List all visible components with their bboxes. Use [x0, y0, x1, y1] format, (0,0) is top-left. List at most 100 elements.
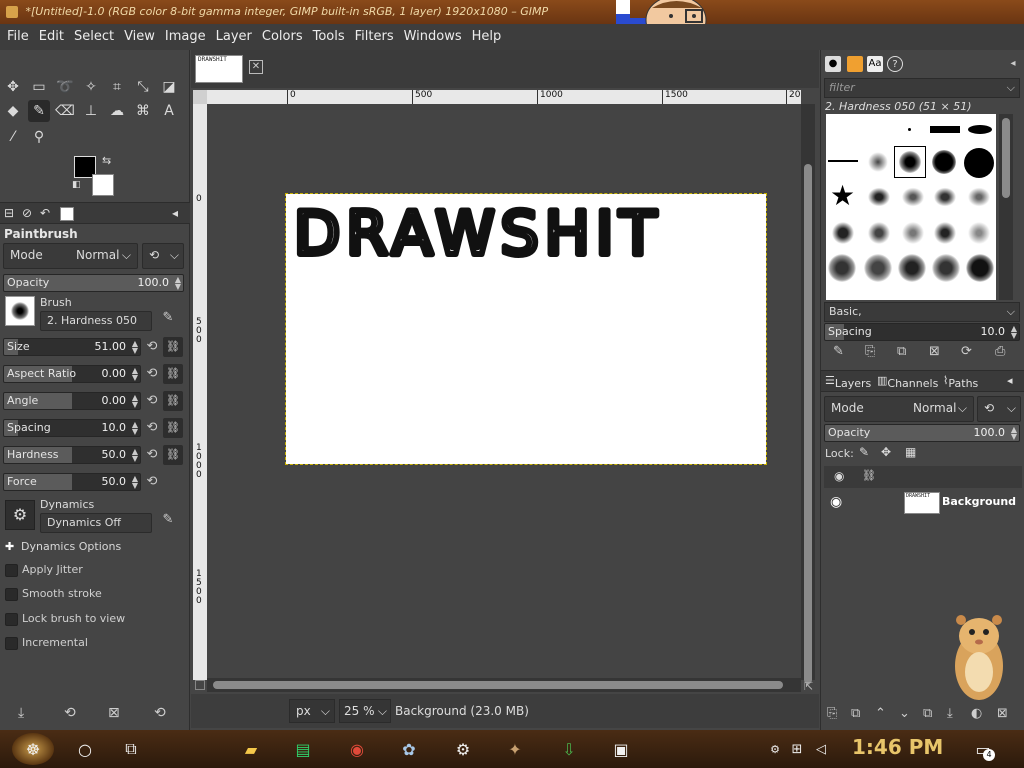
angle-slider[interactable]: Angle 0.00 ▲ ▼ — [3, 392, 141, 410]
search-icon[interactable]: ○ — [72, 736, 98, 762]
fuzzy-select-tool-icon[interactable]: ✧ — [80, 76, 102, 98]
delete-layer-icon[interactable]: ⊠ — [997, 706, 1008, 721]
image-canvas[interactable]: DRAWSHIT — [285, 193, 767, 465]
bucket-fill-tool-icon[interactable]: ◆ — [2, 100, 24, 122]
brush-thumbnail[interactable] — [828, 254, 856, 282]
spin-arrows-icon[interactable]: ▲ ▼ — [132, 475, 138, 490]
layers-tab[interactable]: ☰ Layers — [825, 374, 871, 390]
chrome-icon[interactable]: ◉ — [344, 736, 370, 762]
link-spacing-icon[interactable]: ⛓ — [163, 418, 183, 438]
star-brush-icon[interactable]: ★ — [830, 182, 855, 210]
menu-tools[interactable]: Tools — [308, 24, 350, 50]
menu-filters[interactable]: Filters — [350, 24, 399, 50]
menu-windows[interactable]: Windows — [399, 24, 467, 50]
menu-image[interactable]: Image — [160, 24, 211, 50]
warp-tool-icon[interactable]: ◪ — [158, 76, 180, 98]
spin-arrows-icon[interactable]: ▲ ▼ — [132, 448, 138, 463]
paint-mode-combo[interactable]: Mode Normal ⌵ — [3, 243, 138, 269]
layer-row[interactable]: ◉ DRAWSHIT Background — [824, 490, 1022, 518]
new-brush-icon[interactable]: ⎘ — [865, 344, 875, 359]
edit-dynamics-icon[interactable]: ✎ — [160, 512, 176, 530]
lower-layer-icon[interactable]: ⌄ — [899, 706, 910, 721]
menu-file[interactable]: File — [2, 24, 34, 50]
color-picker-tool-icon[interactable]: ⁄ — [2, 126, 24, 148]
force-slider[interactable]: Force 50.0 ▲ ▼ — [3, 473, 141, 491]
link-aspect-ratio-icon[interactable]: ⛓ — [163, 364, 183, 384]
new-layer-icon[interactable]: ⎘ — [827, 706, 837, 721]
panel-menu-icon[interactable]: ◂ — [172, 206, 178, 220]
paint-app-icon[interactable]: ✿ — [396, 736, 422, 762]
dynamics-name-field[interactable]: Dynamics Off — [40, 513, 152, 533]
patterns-tab-icon[interactable] — [847, 56, 863, 72]
lock-brush-checkbox[interactable] — [5, 613, 18, 626]
brush-thumbnail[interactable] — [830, 220, 856, 246]
text-tool-icon[interactable]: A — [158, 100, 180, 122]
link-size-icon[interactable]: ⛓ — [163, 337, 183, 357]
opacity-slider[interactable]: Opacity 100.0 ▲ ▼ — [3, 274, 184, 292]
transform-tool-icon[interactable]: ⤡ — [132, 76, 154, 98]
network-icon[interactable]: ⊞ — [784, 736, 810, 762]
raise-layer-icon[interactable]: ⌃ — [875, 706, 886, 721]
spin-arrows-icon[interactable]: ▲ ▼ — [1011, 426, 1017, 441]
spin-arrows-icon[interactable]: ▲ ▼ — [132, 394, 138, 409]
quick-mask-toggle-icon[interactable] — [195, 680, 205, 690]
sheets-app-icon[interactable]: ▤ — [290, 736, 316, 762]
device-status-tab-icon[interactable]: ⊘ — [22, 206, 32, 220]
brush-thumbnail[interactable] — [966, 254, 994, 282]
brush-thumbnail[interactable] — [966, 220, 992, 246]
crop-tool-icon[interactable]: ⌗ — [106, 76, 128, 98]
panel-menu-icon[interactable]: ◂ — [1005, 56, 1021, 72]
open-brush-editor-icon[interactable]: ⎙ — [995, 344, 1005, 359]
brush-thumbnail[interactable] — [966, 186, 992, 208]
dynamics-options-expander[interactable]: Dynamics Options — [21, 540, 121, 553]
taskbar-clock[interactable]: 1:46 PM — [852, 735, 943, 759]
image-viewer-icon[interactable]: ▣ — [608, 736, 634, 762]
vertical-scrollbar[interactable] — [801, 104, 815, 684]
lock-alpha-icon[interactable]: ▦ — [905, 445, 916, 459]
settings-gear-icon[interactable]: ⚙ — [450, 736, 476, 762]
ruler-corner[interactable] — [193, 90, 207, 104]
smudge-tool-icon[interactable]: ☁ — [106, 100, 128, 122]
reset-force-icon[interactable]: ⟲ — [144, 474, 160, 492]
volume-muted-icon[interactable]: ◁ — [808, 736, 834, 762]
apply-jitter-checkbox[interactable] — [5, 564, 18, 577]
edit-brush-icon[interactable]: ✎ — [833, 344, 844, 359]
duplicate-layer-icon[interactable]: ⧉ — [923, 706, 932, 721]
save-options-icon[interactable]: ⤓ — [18, 705, 24, 721]
download-app-icon[interactable]: ⇩ — [556, 736, 582, 762]
link-hardness-icon[interactable]: ⛓ — [163, 445, 183, 465]
refresh-brushes-icon[interactable]: ⟳ — [961, 344, 972, 359]
file-explorer-icon[interactable]: ▰ — [238, 736, 264, 762]
paths-tab[interactable]: ⌇ Paths — [943, 374, 978, 390]
expand-plus-icon[interactable]: ✚ — [5, 540, 14, 553]
brush-thumbnail[interactable] — [932, 254, 960, 282]
brush-thumbnail[interactable] — [828, 160, 858, 162]
lock-position-icon[interactable]: ✥ — [881, 445, 891, 459]
paths-tool-icon[interactable]: ⌘ — [132, 100, 154, 122]
brush-thumbnail[interactable] — [868, 152, 888, 172]
spin-arrows-icon[interactable]: ▲ ▼ — [175, 276, 181, 291]
menu-select[interactable]: Select — [69, 24, 119, 50]
navigate-icon[interactable]: ⇱ — [804, 680, 813, 693]
layer-composite-combo[interactable]: ⟲ ⌵ — [977, 396, 1021, 422]
scrollbar-thumb[interactable] — [1002, 118, 1010, 198]
spacing-slider[interactable]: Spacing 10.0 ▲ ▼ — [3, 419, 141, 437]
dynamics-preview-icon[interactable]: ⚙ — [5, 500, 35, 530]
edit-brush-icon[interactable]: ✎ — [160, 310, 176, 328]
brush-thumbnail[interactable] — [866, 186, 892, 208]
brush-thumbnail[interactable] — [932, 150, 956, 174]
eraser-tool-icon[interactable]: ⌫ — [54, 100, 76, 122]
move-tool-icon[interactable]: ✥ — [2, 76, 24, 98]
reset-hardness-icon[interactable]: ⟲ — [144, 447, 160, 465]
reset-size-icon[interactable]: ⟲ — [144, 339, 160, 357]
brush-tag-combo[interactable]: Basic, ⌵ — [824, 302, 1020, 322]
brush-thumbnail[interactable] — [898, 254, 926, 282]
brush-thumbnail[interactable] — [932, 220, 958, 246]
link-angle-icon[interactable]: ⛓ — [163, 391, 183, 411]
reset-options-icon[interactable]: ⟲ — [154, 705, 166, 721]
spin-arrows-icon[interactable]: ▲ ▼ — [1011, 325, 1017, 340]
brush-thumbnail[interactable] — [968, 125, 992, 134]
reset-aspect-ratio-icon[interactable]: ⟲ — [144, 366, 160, 384]
new-layer-group-icon[interactable]: ⧉ — [851, 706, 860, 721]
brush-thumbnail[interactable] — [864, 254, 892, 282]
